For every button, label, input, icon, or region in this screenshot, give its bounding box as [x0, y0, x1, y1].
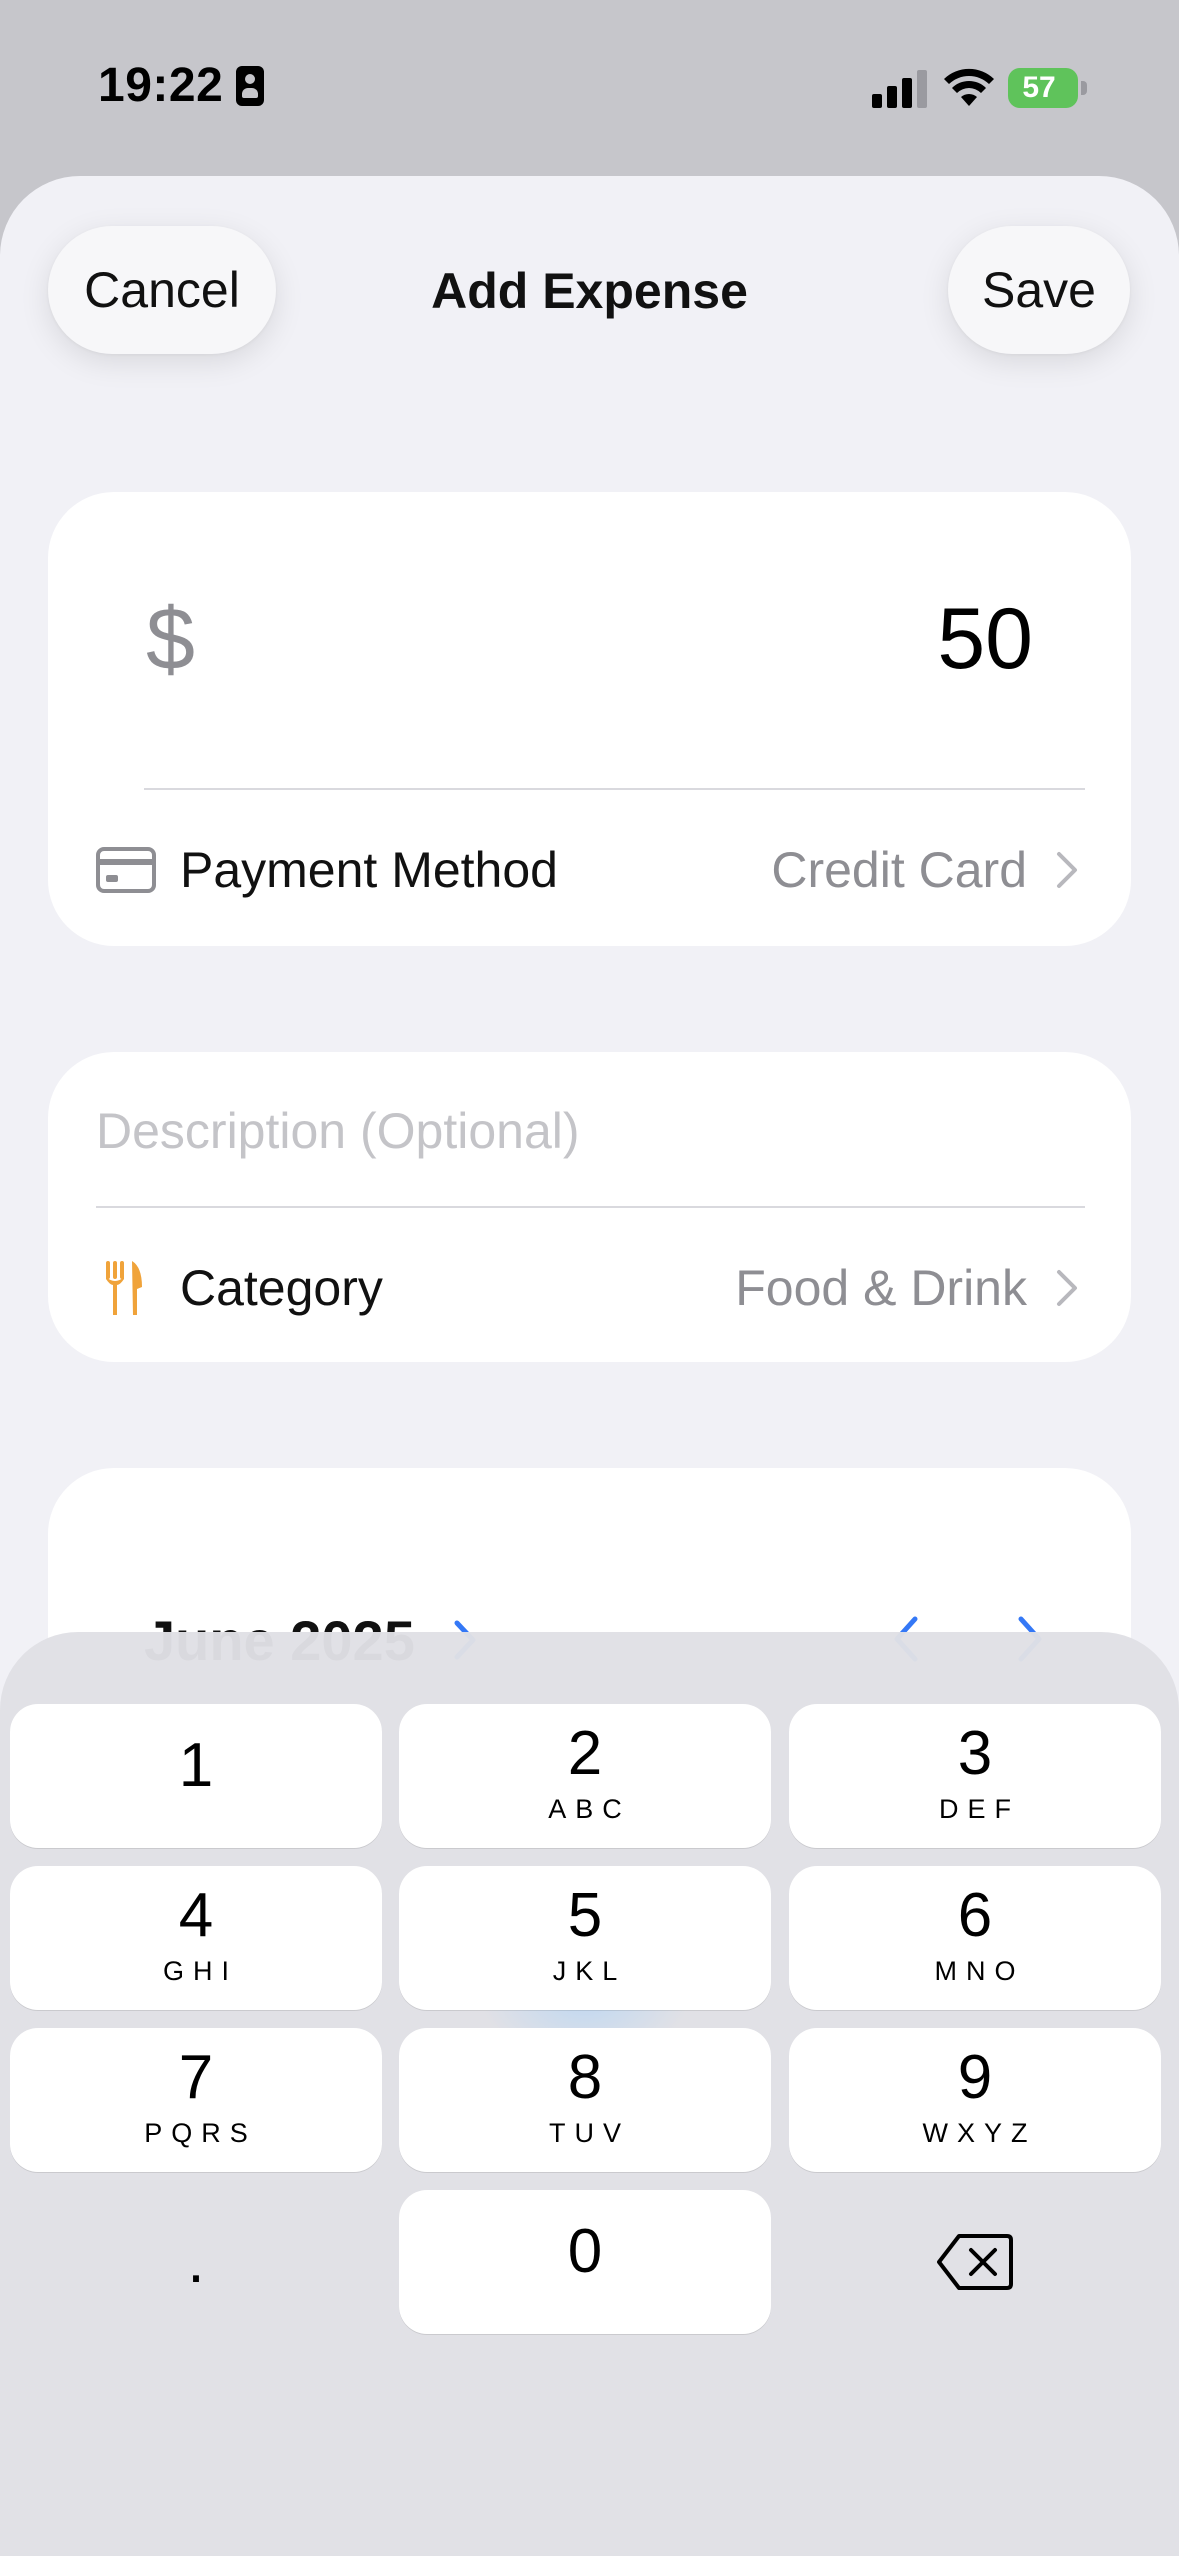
- key-letters: WXYZ: [922, 2118, 1037, 2149]
- details-card: Description (Optional) Category Food & D…: [48, 1052, 1131, 1362]
- key-1[interactable]: 1: [10, 1704, 382, 1848]
- numeric-keypad: 1 2 ABC 3 DEF 4 GHI 5 JKL 6 MNO 7 PQRS 8…: [0, 1632, 1179, 2556]
- key-digit: 8: [567, 2043, 603, 2112]
- key-digit: 2: [567, 1719, 603, 1788]
- divider: [144, 788, 1085, 790]
- delete-key[interactable]: [789, 2190, 1161, 2334]
- key-letters: GHI: [162, 1956, 238, 1987]
- key-digit: 7: [178, 2043, 214, 2112]
- key-digit: 0: [567, 2217, 603, 2286]
- key-digit: 1: [178, 1731, 214, 1800]
- key-5[interactable]: 5 JKL: [399, 1866, 771, 2010]
- wifi-icon: [944, 68, 994, 106]
- amount-card: $ 50 Payment Method Credit Card: [48, 492, 1131, 946]
- decimal-key[interactable]: .: [10, 2190, 382, 2334]
- key-letters: PQRS: [144, 2118, 257, 2149]
- key-letters: DEF: [939, 1794, 1020, 1825]
- status-bar: 19:22 57: [0, 0, 1179, 170]
- backspace-icon: [937, 2234, 1013, 2290]
- cellular-signal-icon: [872, 70, 927, 108]
- description-input[interactable]: Description (Optional): [96, 1102, 580, 1160]
- key-digit: 9: [957, 2043, 993, 2112]
- battery-level: 57: [1022, 71, 1056, 104]
- key-8[interactable]: 8 TUV: [399, 2028, 771, 2172]
- key-letters: MNO: [934, 1956, 1025, 1987]
- category-row[interactable]: Category Food & Drink: [48, 1238, 1131, 1338]
- chevron-right-icon: [1057, 852, 1077, 888]
- key-2[interactable]: 2 ABC: [399, 1704, 771, 1848]
- divider: [96, 1206, 1085, 1208]
- key-letters: ABC: [548, 1794, 631, 1825]
- key-digit: 6: [957, 1881, 993, 1950]
- key-letters: TUV: [549, 2118, 630, 2149]
- fork-knife-icon: [106, 1261, 142, 1315]
- key-digit: 3: [957, 1719, 993, 1788]
- key-4[interactable]: 4 GHI: [10, 1866, 382, 2010]
- save-button[interactable]: Save: [948, 226, 1130, 354]
- payment-method-value: Credit Card: [771, 842, 1027, 898]
- credit-card-icon: [96, 847, 156, 893]
- category-label: Category: [180, 1260, 383, 1316]
- battery-charging-icon: 57: [1008, 68, 1088, 108]
- key-3[interactable]: 3 DEF: [789, 1704, 1161, 1848]
- currency-symbol: $: [146, 589, 195, 688]
- payment-method-label: Payment Method: [180, 842, 558, 898]
- key-digit: 4: [178, 1881, 214, 1950]
- amount-input[interactable]: 50: [937, 590, 1033, 689]
- key-7[interactable]: 7 PQRS: [10, 2028, 382, 2172]
- chevron-right-icon: [1057, 1270, 1077, 1306]
- key-6[interactable]: 6 MNO: [789, 1866, 1161, 2010]
- key-letters: JKL: [552, 1956, 627, 1987]
- key-digit: 5: [567, 1881, 603, 1950]
- payment-method-row[interactable]: Payment Method Credit Card: [48, 820, 1131, 920]
- category-value: Food & Drink: [735, 1260, 1027, 1316]
- key-0[interactable]: 0: [399, 2190, 771, 2334]
- status-time: 19:22: [98, 59, 224, 112]
- id-card-icon: [236, 66, 264, 106]
- key-9[interactable]: 9 WXYZ: [789, 2028, 1161, 2172]
